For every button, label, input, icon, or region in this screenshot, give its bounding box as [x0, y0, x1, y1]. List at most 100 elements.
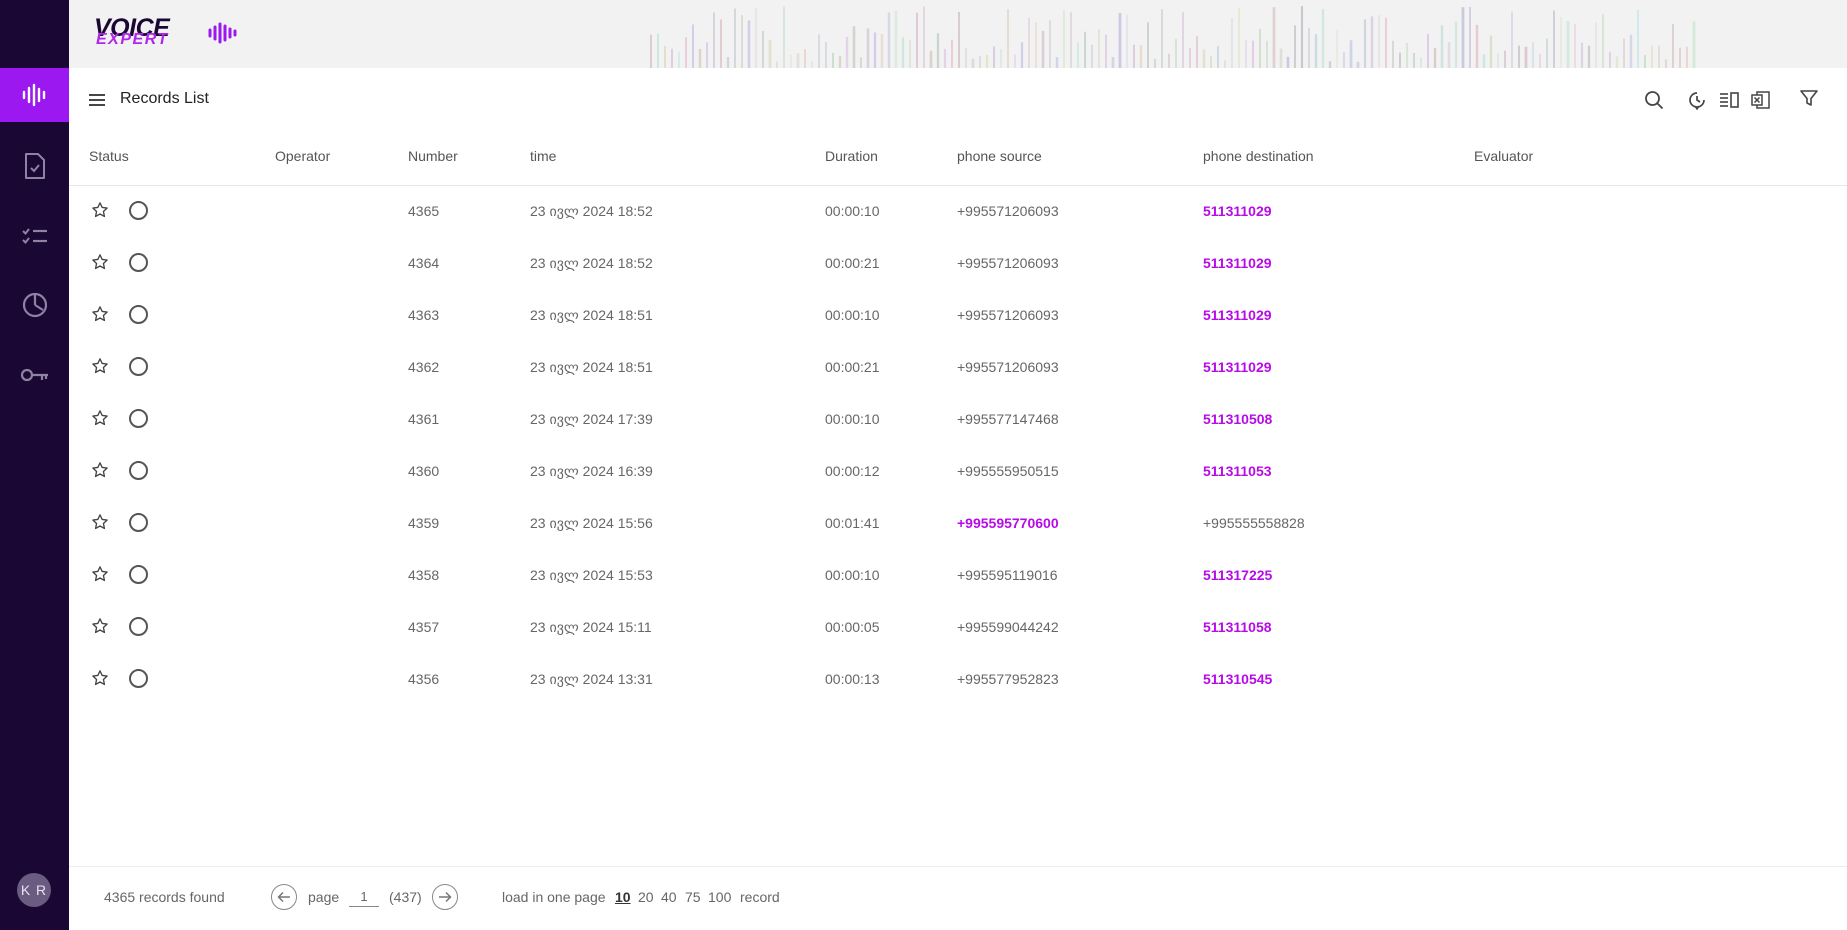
cell-phone-destination[interactable]: 511311029: [1203, 307, 1272, 323]
page-size-option[interactable]: 10: [615, 889, 631, 905]
column-header-status[interactable]: Status: [89, 148, 129, 164]
column-header-time[interactable]: time: [530, 148, 556, 164]
cell-phone-source[interactable]: +995577952823: [957, 671, 1059, 687]
favorite-star-icon[interactable]: [91, 669, 109, 692]
filter-button[interactable]: [1797, 86, 1821, 110]
status-circle-icon[interactable]: [129, 201, 148, 220]
favorite-star-icon[interactable]: [91, 357, 109, 380]
favorite-star-icon[interactable]: [91, 617, 109, 640]
records-count: 4365 records found: [104, 889, 225, 905]
cell-phone-source[interactable]: +995571206093: [957, 255, 1059, 271]
table-row[interactable]: 4364 23 ივლ 2024 18:52 00:00:21 +9955712060…: [69, 238, 1847, 290]
export-excel-button[interactable]: [1749, 88, 1773, 112]
search-icon: [1645, 91, 1664, 110]
column-header-operator[interactable]: Operator: [275, 148, 330, 164]
cell-phone-source[interactable]: +995599044242: [957, 619, 1059, 635]
status-circle-icon[interactable]: [129, 357, 148, 376]
columns-button[interactable]: [1717, 88, 1741, 112]
cell-phone-source[interactable]: +995595770600: [957, 515, 1059, 531]
status-circle-icon[interactable]: [129, 617, 148, 636]
cell-duration: 00:00:10: [825, 411, 880, 427]
cell-phone-source[interactable]: +995555950515: [957, 463, 1059, 479]
status-circle-icon[interactable]: [129, 409, 148, 428]
status-circle-icon[interactable]: [129, 513, 148, 532]
sidebar-item-checklists[interactable]: [0, 209, 69, 263]
hamburger-menu-icon[interactable]: [89, 93, 105, 107]
cell-time: 23 ივლ 2024 16:39: [530, 463, 653, 479]
pagination-footer: 4365 records found page (437) load in on…: [69, 866, 1847, 930]
status-circle-icon[interactable]: [129, 305, 148, 324]
cell-phone-source[interactable]: +995595119016: [957, 567, 1058, 583]
status-circle-icon[interactable]: [129, 565, 148, 584]
columns-icon: [1720, 92, 1739, 108]
page-number-input[interactable]: [349, 887, 379, 907]
table-row[interactable]: 4363 23 ივლ 2024 18:51 00:00:10 +9955712060…: [69, 290, 1847, 342]
clock-history-icon: [1689, 92, 1705, 110]
favorite-star-icon[interactable]: [91, 201, 109, 224]
cell-phone-destination[interactable]: 511311029: [1203, 203, 1272, 219]
column-header-destination[interactable]: phone destination: [1203, 148, 1314, 164]
waveform-decoration: [650, 6, 1696, 68]
search-button[interactable]: [1642, 88, 1666, 112]
favorite-star-icon[interactable]: [91, 253, 109, 276]
cell-phone-destination[interactable]: 511310508: [1203, 411, 1272, 427]
table-row[interactable]: 4358 23 ივლ 2024 15:53 00:00:10 +9955951190…: [69, 550, 1847, 602]
status-circle-icon[interactable]: [129, 669, 148, 688]
favorite-star-icon[interactable]: [91, 461, 109, 484]
table-row[interactable]: 4359 23 ივლ 2024 15:56 00:01:41 +9955957706…: [69, 498, 1847, 550]
cell-phone-source[interactable]: +995577147468: [957, 411, 1059, 427]
record-label: record: [740, 889, 780, 905]
key-icon: [20, 368, 48, 382]
table-row[interactable]: 4362 23 ივლ 2024 18:51 00:00:21 +9955712060…: [69, 342, 1847, 394]
table-row[interactable]: 4360 23 ივლ 2024 16:39 00:00:12 +9955559505…: [69, 446, 1847, 498]
status-circle-icon[interactable]: [129, 253, 148, 272]
status-circle-icon[interactable]: [129, 461, 148, 480]
cell-time: 23 ივლ 2024 15:11: [530, 619, 652, 635]
page-size-option[interactable]: 20: [638, 889, 654, 905]
cell-phone-source[interactable]: +995571206093: [957, 203, 1059, 219]
avatar-initials: K R: [20, 882, 48, 898]
cell-phone-destination[interactable]: 511311053: [1203, 463, 1272, 479]
cell-number: 4363: [408, 307, 440, 323]
history-button[interactable]: [1685, 88, 1709, 112]
table-row[interactable]: 4365 23 ივლ 2024 18:52 00:00:10 +9955712060…: [69, 186, 1847, 238]
cell-phone-destination[interactable]: 511310545: [1203, 671, 1272, 687]
table-row[interactable]: 4356 23 ივლ 2024 13:31 00:00:13 +9955779528…: [69, 654, 1847, 706]
cell-phone-destination[interactable]: 511311058: [1203, 619, 1272, 635]
cell-number: 4358: [408, 567, 440, 583]
favorite-star-icon[interactable]: [91, 305, 109, 328]
prev-page-button[interactable]: [271, 884, 297, 910]
logo[interactable]: VOICE EXPERT: [94, 16, 254, 48]
page-title: Records List: [120, 90, 209, 107]
cell-time: 23 ივლ 2024 13:31: [530, 671, 653, 687]
column-header-source[interactable]: phone source: [957, 148, 1042, 164]
column-header-number[interactable]: Number: [408, 148, 458, 164]
favorite-star-icon[interactable]: [91, 409, 109, 432]
table-row[interactable]: 4361 23 ივლ 2024 17:39 00:00:10 +9955771474…: [69, 394, 1847, 446]
cell-phone-destination[interactable]: 511311029: [1203, 255, 1272, 271]
favorite-star-icon[interactable]: [91, 565, 109, 588]
cell-duration: 00:00:21: [825, 359, 880, 375]
cell-number: 4361: [408, 411, 440, 427]
page-size-option[interactable]: 100: [708, 889, 731, 905]
column-header-evaluator[interactable]: Evaluator: [1474, 148, 1533, 164]
cell-phone-destination[interactable]: +995555558828: [1203, 515, 1305, 531]
sidebar: K R: [0, 0, 69, 930]
page-size-option[interactable]: 40: [661, 889, 677, 905]
sidebar-item-evaluations[interactable]: [0, 139, 69, 193]
avatar[interactable]: K R: [17, 873, 51, 907]
column-header-duration[interactable]: Duration: [825, 148, 878, 164]
sidebar-item-reports[interactable]: [0, 278, 69, 332]
cell-phone-destination[interactable]: 511311029: [1203, 359, 1272, 375]
cell-phone-source[interactable]: +995571206093: [957, 359, 1059, 375]
favorite-star-icon[interactable]: [91, 513, 109, 536]
sidebar-item-access[interactable]: [0, 348, 69, 402]
table-row[interactable]: 4357 23 ივლ 2024 15:11 00:00:05 +9955990442…: [69, 602, 1847, 654]
cell-phone-destination[interactable]: 511317225: [1203, 567, 1272, 583]
cell-number: 4362: [408, 359, 440, 375]
cell-phone-source[interactable]: +995571206093: [957, 307, 1059, 323]
page-size-option[interactable]: 75: [685, 889, 701, 905]
next-page-button[interactable]: [432, 884, 458, 910]
table-header: Status Operator Number time Duration pho…: [69, 136, 1847, 186]
sidebar-item-records[interactable]: [0, 68, 69, 122]
